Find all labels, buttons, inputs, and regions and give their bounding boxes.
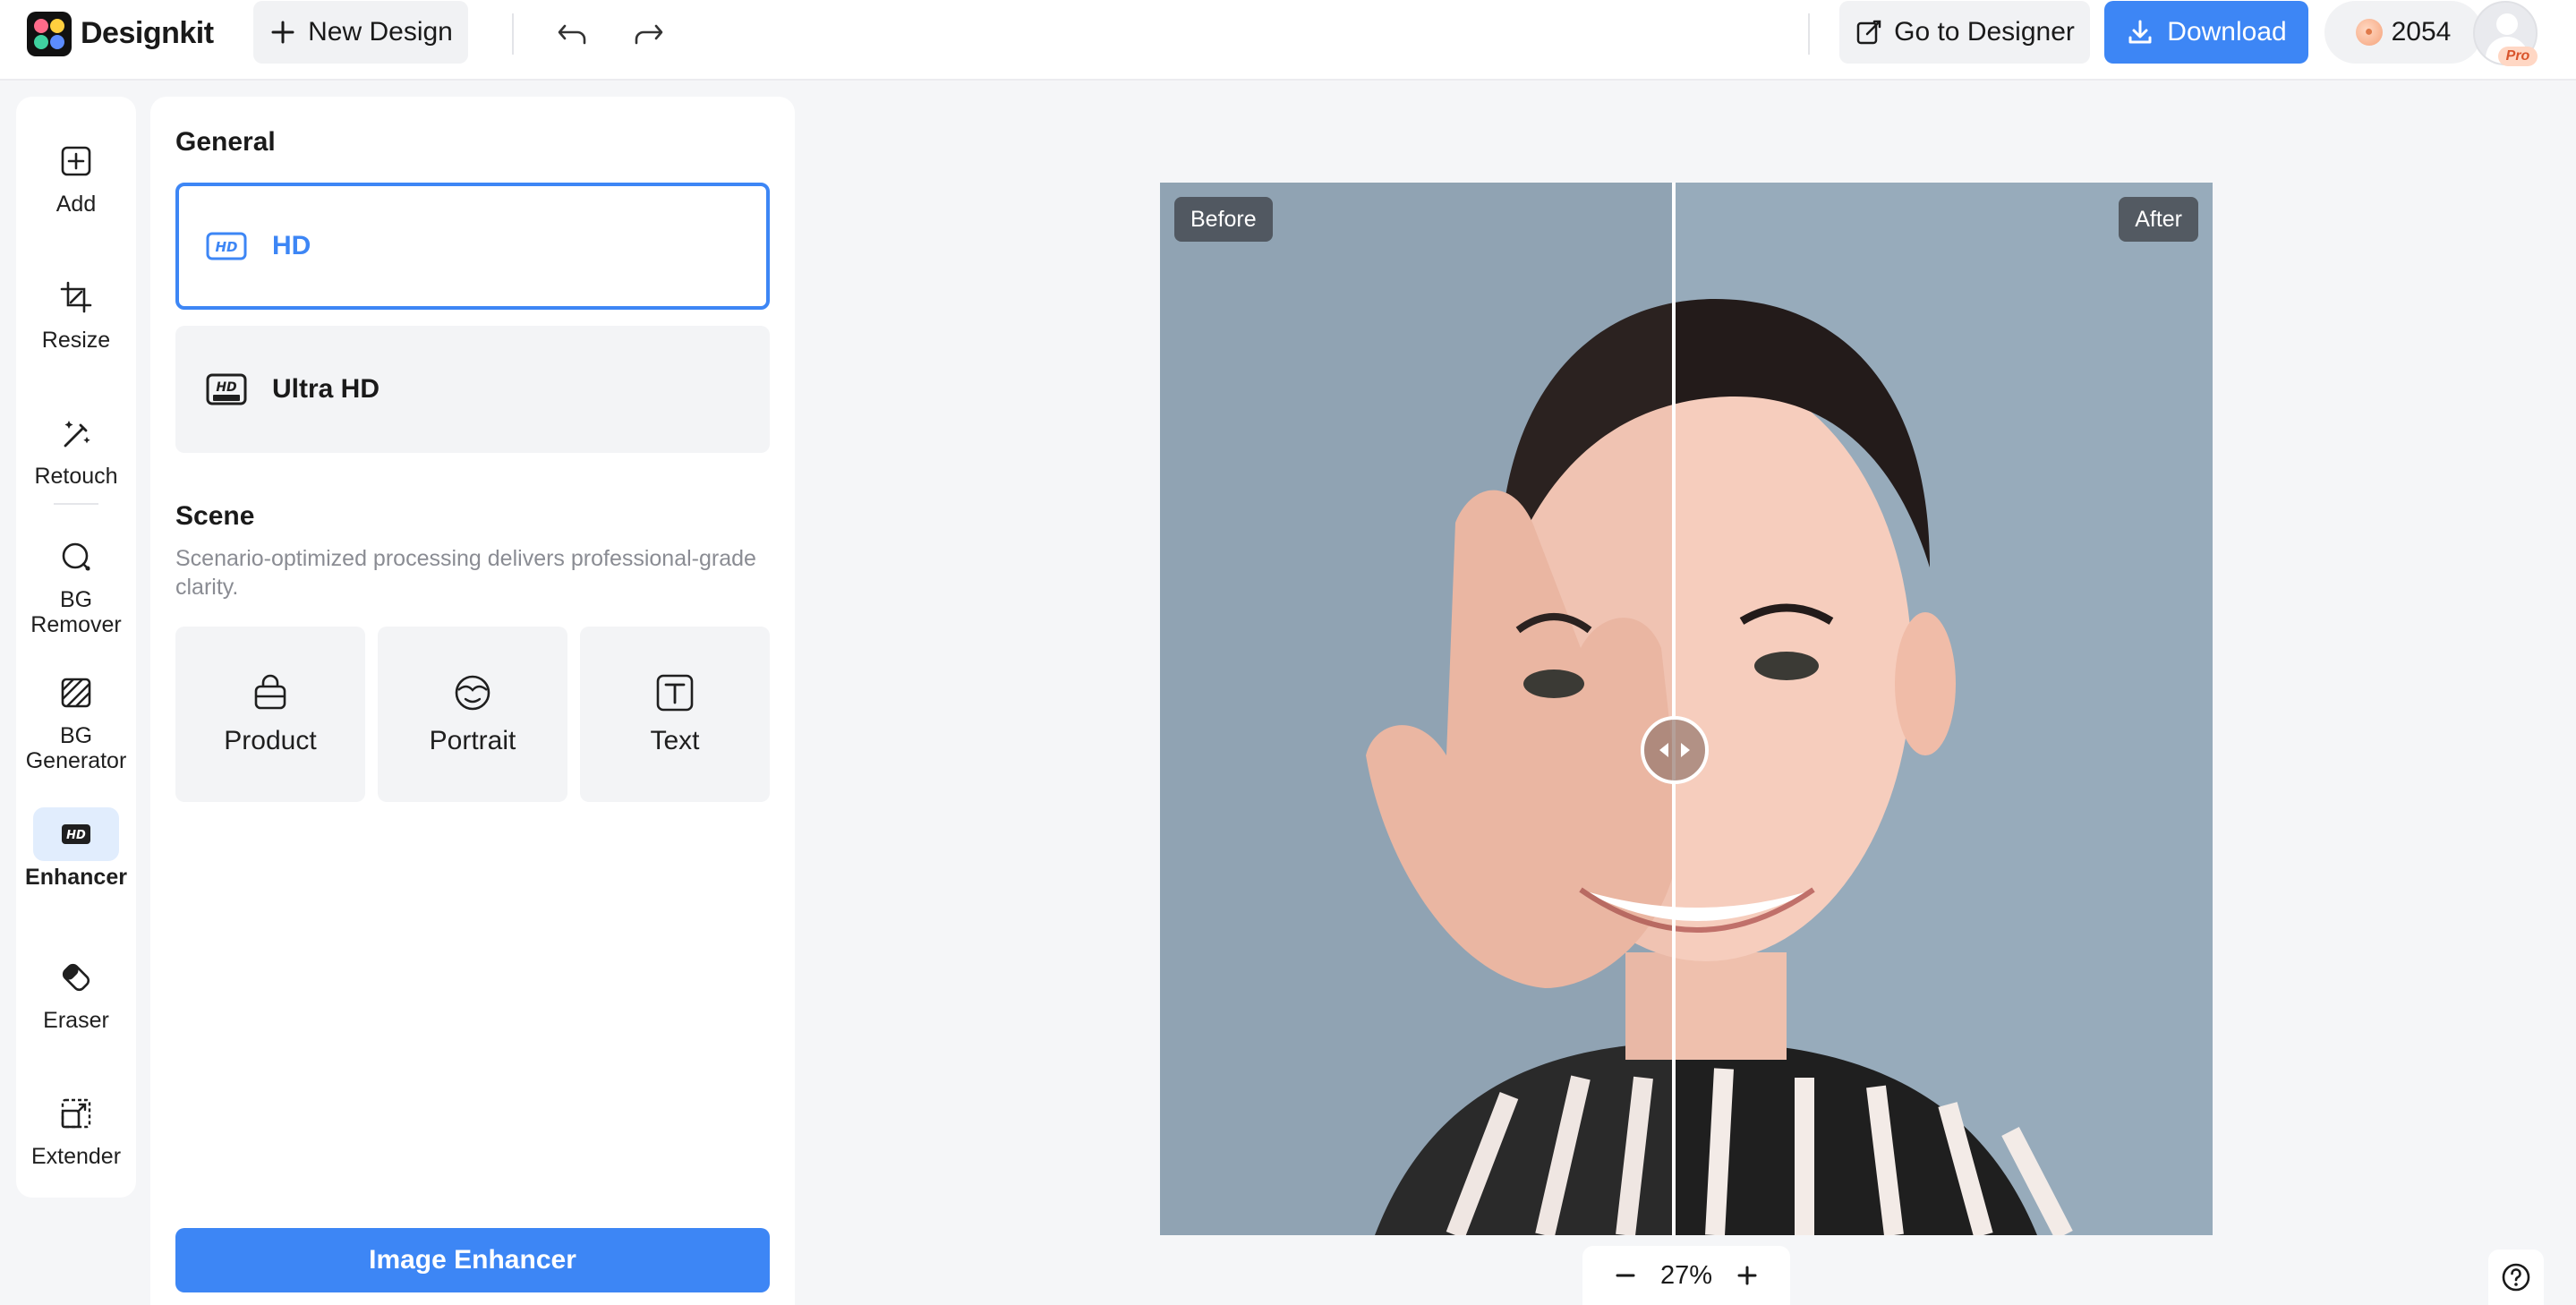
scene-label: Portrait [429,726,516,755]
svg-text:HD: HD [215,239,237,255]
undo-button[interactable] [551,13,594,55]
scene-label: Text [650,726,700,755]
sidebar-item-bg-generator[interactable]: BG Generator [16,666,136,773]
arrow-right-icon [1681,743,1690,757]
sidebar-item-label: Resize [41,328,111,353]
scene-product[interactable]: Product [175,627,365,802]
sidebar-item-label: Extender [30,1144,122,1169]
bg-remover-icon [49,530,103,584]
zoom-level: 27% [1659,1260,1713,1290]
sidebar-item-resize[interactable]: Resize [16,270,136,353]
designer-edit-icon [1856,20,1881,45]
download-icon [2128,20,2152,44]
download-label: Download [2167,17,2287,47]
redo-button[interactable] [627,13,670,55]
scene-text[interactable]: Text [580,627,770,802]
redo-icon [635,24,663,45]
toolbar-divider [512,13,514,55]
compare-slider-handle[interactable] [1641,716,1709,784]
sidebar-item-retouch[interactable]: Retouch [16,406,136,489]
face-icon [455,675,490,711]
svg-text:HD: HD [66,829,86,842]
after-label: After [2119,197,2198,242]
scene-description: Scenario-optimized processing delivers p… [175,546,756,600]
text-icon [656,674,694,712]
sidebar-item-label: Add [55,192,97,217]
scene-label: Product [224,726,317,755]
bag-icon [254,674,286,710]
bg-generator-icon [49,666,103,720]
general-section-title: General [175,127,276,157]
sidebar-item-enhancer[interactable]: HD Enhancer [16,807,136,890]
enhancer-panel: General HD HD HD Ultra HD Scene Scenario… [150,97,795,1305]
scene-portrait[interactable]: Portrait [378,627,567,802]
crop-icon [49,270,103,324]
hd-icon: HD [33,807,119,861]
extend-icon [49,1087,103,1140]
ultra-hd-badge-icon: HD [206,373,247,405]
download-button[interactable]: Download [2104,1,2308,64]
sidebar-item-label: Retouch [34,464,118,489]
designkit-logo-icon[interactable] [27,12,72,56]
go-to-designer-label: Go to Designer [1894,17,2075,47]
sidebar-item-bg-remover[interactable]: BG Remover [16,530,136,637]
image-enhancer-button[interactable]: Image Enhancer [175,1228,770,1292]
brand-name: Designkit [81,16,214,50]
sidebar-divider [54,503,98,505]
undo-icon [558,24,586,45]
sidebar-item-label: Eraser [43,1008,109,1033]
zoom-in-button[interactable] [1731,1259,1763,1292]
sidebar-item-label: BG Generator [25,723,127,773]
sidebar-item-add[interactable]: Add [16,134,136,217]
plus-icon [1737,1266,1757,1285]
portrait-after-image [1674,183,2213,1235]
portrait-before-image [1160,183,1674,1235]
zoom-out-button[interactable] [1609,1259,1642,1292]
plus-icon [271,21,294,44]
before-after-canvas[interactable]: Before After [1160,183,2213,1235]
hd-badge-icon: HD [206,232,247,260]
help-button[interactable] [2488,1250,2544,1305]
sidebar-item-extender[interactable]: Extender [16,1087,136,1169]
magic-wand-icon [49,406,103,460]
new-design-button[interactable]: New Design [253,1,468,64]
zoom-control: 27% [1582,1246,1790,1305]
go-to-designer-button[interactable]: Go to Designer [1839,1,2090,64]
new-design-label: New Design [308,17,453,47]
pro-badge: Pro [2498,47,2538,66]
after-image [1674,183,2213,1235]
before-label: Before [1174,197,1273,242]
eraser-icon [49,951,103,1004]
svg-text:HD: HD [216,380,236,395]
option-label: Ultra HD [272,374,380,404]
before-image [1160,183,1674,1235]
help-icon [2502,1263,2530,1292]
coin-icon: ● [2355,19,2383,46]
scene-section-title: Scene [175,501,255,531]
arrow-left-icon [1659,743,1668,757]
sidebar-item-label: Enhancer [25,865,127,890]
tool-sidebar: Add Resize Retouch BG Remover BG Generat… [16,97,136,1198]
option-hd[interactable]: HD HD [175,183,770,310]
compare-divider-line[interactable] [1672,183,1676,1235]
credits-balance[interactable]: ● 2054 [2324,1,2482,64]
toolbar-divider-right [1808,13,1810,55]
option-ultra-hd[interactable]: HD Ultra HD [175,326,770,453]
option-label: HD [272,231,311,260]
credits-value: 2054 [2391,17,2452,47]
top-bar: Designkit New Design Go to Designer Down… [0,0,2576,81]
minus-icon [1616,1274,1635,1277]
sidebar-item-eraser[interactable]: Eraser [16,951,136,1033]
add-square-icon [49,134,103,188]
sidebar-item-label: BG Remover [30,587,122,637]
